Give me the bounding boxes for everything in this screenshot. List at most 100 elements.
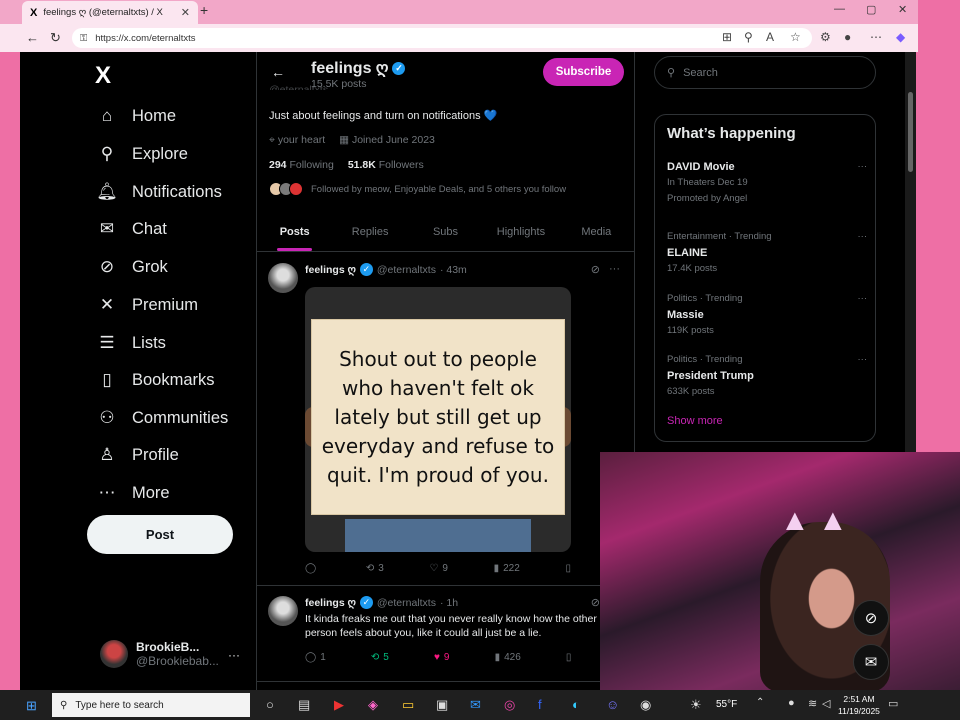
tweet[interactable]: feelings ღ ✓ @eternaltxts · 1h ⊘ It kind… <box>257 586 634 682</box>
facebook-icon[interactable]: f <box>538 697 542 712</box>
grok-icon[interactable]: ⊘ <box>853 600 889 636</box>
minimize-icon[interactable]: — <box>834 3 845 15</box>
close-icon[interactable]: ✕ <box>181 6 190 19</box>
subscribe-button[interactable]: Subscribe <box>543 58 624 86</box>
retweet-button[interactable]: ⟲ 3 <box>366 563 384 574</box>
clock[interactable]: 2:51 AM 11/19/2025 <box>838 693 880 717</box>
bookmark-button[interactable]: ▯ <box>566 652 572 663</box>
grok-icon[interactable]: ⊘ <box>591 596 600 609</box>
notifications-icon[interactable]: ▭ <box>888 697 898 710</box>
task-view-icon[interactable]: ▤ <box>298 697 310 713</box>
trend-item[interactable]: Politics · Trending Massie 119K posts ··· <box>667 291 867 339</box>
copilot-icon[interactable]: ◆ <box>896 30 905 44</box>
sidebar-item-bookmarks[interactable]: ▯ Bookmarks <box>96 366 214 394</box>
instagram-icon[interactable]: ◎ <box>504 697 515 713</box>
maximize-icon[interactable]: ▢ <box>866 3 876 16</box>
temperature[interactable]: 55°F <box>716 699 737 710</box>
account-more-icon[interactable]: ··· <box>228 648 240 662</box>
tab-subs[interactable]: Subs <box>408 212 483 251</box>
trend-item[interactable]: Politics · Trending President Trump 633K p… <box>667 352 867 400</box>
grok-icon[interactable]: ⊘ <box>591 263 600 276</box>
browser-tab[interactable]: X feelings ღ (@eternaltxts) / X ✕ <box>22 1 198 24</box>
account-switcher[interactable]: BrookieB... @Brookiebab... <box>100 640 219 668</box>
sidebar-item-communities[interactable]: ⚇ Communities <box>96 404 228 432</box>
search-input[interactable]: ⚲ Search <box>654 56 876 89</box>
browser-avatar-icon[interactable]: ● <box>844 30 851 44</box>
sidebar-item-notifications[interactable]: 🔔︎ Notifications <box>96 178 222 206</box>
tweet-author-name[interactable]: feelings ღ <box>305 264 356 276</box>
bookmark-button[interactable]: ▯ <box>565 563 571 574</box>
extensions-icon[interactable]: ⚙ <box>820 30 831 44</box>
tweet-author-handle[interactable]: @eternaltxts <box>377 264 436 276</box>
tweet-time[interactable]: · 43m <box>440 264 467 276</box>
followed-by[interactable]: Followed by meow, Enjoyable Deals, and 5… <box>269 182 566 196</box>
more-icon[interactable]: ··· <box>858 229 868 245</box>
sidebar-item-home[interactable]: ⌂ Home <box>96 102 176 130</box>
more-icon[interactable]: ··· <box>858 159 868 175</box>
wifi-icon[interactable]: ≋ <box>808 697 817 710</box>
tweet-author-handle[interactable]: @eternaltxts <box>377 597 436 609</box>
sidebar-item-explore[interactable]: ⚲ Explore <box>96 140 188 168</box>
favorite-star-icon[interactable]: ☆ <box>790 30 801 44</box>
volume-icon[interactable]: ◁ <box>822 697 830 710</box>
app-icon[interactable]: ◈ <box>368 697 378 713</box>
site-info-icon[interactable]: ⚿ <box>80 33 87 44</box>
followers-link[interactable]: 51.8K Followers <box>348 159 424 171</box>
show-more-link[interactable]: Show more <box>667 415 723 427</box>
tab-media[interactable]: Media <box>559 212 634 251</box>
tab-posts[interactable]: Posts <box>257 212 332 251</box>
sidebar-item-chat[interactable]: ✉ Chat <box>96 215 167 243</box>
like-button[interactable]: ♡ 9 <box>429 563 448 574</box>
retweet-button[interactable]: ⟲ 5 <box>371 652 389 663</box>
more-icon[interactable]: ··· <box>858 291 868 307</box>
more-icon[interactable]: ··· <box>858 352 868 368</box>
tweet[interactable]: feelings ღ ✓ @eternaltxts · 43m ⊘ ··· Sh… <box>257 253 634 586</box>
sidebar-item-premium[interactable]: ✕ Premium <box>96 291 198 319</box>
zoom-icon[interactable]: ⚲ <box>744 30 753 44</box>
new-tab-icon[interactable]: + <box>200 2 208 18</box>
post-button[interactable]: Post <box>87 515 233 554</box>
x-logo-icon[interactable]: X <box>95 62 111 90</box>
browser-menu-icon[interactable]: ⋯ <box>870 30 882 44</box>
sidebar-item-grok[interactable]: ⊘ Grok <box>96 253 168 281</box>
back-icon[interactable]: ← <box>26 30 39 45</box>
microphone-icon[interactable]: ● <box>788 697 795 709</box>
youtube-icon[interactable]: ▶ <box>334 697 344 713</box>
reply-button[interactable]: ◯ 1 <box>305 652 326 663</box>
cortana-icon[interactable]: ○ <box>266 697 274 712</box>
like-button[interactable]: ♥ 9 <box>434 652 450 663</box>
following-link[interactable]: 294 Following <box>269 159 334 171</box>
sidebar-item-lists[interactable]: ☰ Lists <box>96 329 166 357</box>
edge-icon[interactable]: ◐ <box>572 697 580 712</box>
chevron-up-icon[interactable]: ⌃ <box>756 697 764 708</box>
tab-replies[interactable]: Replies <box>332 212 407 251</box>
reply-button[interactable]: ◯ <box>305 563 320 574</box>
sidebar-item-profile[interactable]: ♙ Profile <box>96 441 178 469</box>
messages-icon[interactable]: ✉ <box>853 644 889 680</box>
windows-start-icon[interactable]: ⊞ <box>26 698 37 714</box>
tab-highlights[interactable]: Highlights <box>483 212 558 251</box>
file-explorer-icon[interactable]: ▭ <box>402 697 414 713</box>
window-close-icon[interactable]: ✕ <box>898 3 907 16</box>
read-aloud-icon[interactable]: A <box>766 30 774 44</box>
tweet-image[interactable]: Shout out to people who haven't felt ok … <box>305 287 571 552</box>
mail-icon[interactable]: ✉ <box>470 697 481 713</box>
obs-icon[interactable]: ◉ <box>640 697 651 713</box>
more-icon[interactable]: ··· <box>609 263 620 275</box>
taskbar-search[interactable]: ⚲ Type here to search <box>52 693 250 717</box>
avatar <box>268 263 298 293</box>
views-button[interactable]: ▮ 222 <box>494 563 520 574</box>
trend-item[interactable]: DAVID Movie In Theaters Dec 19 Promoted by… <box>667 159 867 207</box>
app-grid-icon[interactable]: ⊞ <box>722 30 732 44</box>
refresh-icon[interactable]: ↻ <box>50 30 61 46</box>
tweet-time[interactable]: · 1h <box>440 597 458 609</box>
address-bar[interactable]: ⚿ https://x.com/eternaltxts <box>72 28 812 48</box>
discord-icon[interactable]: ☺ <box>606 697 619 712</box>
back-arrow-icon[interactable]: ← <box>271 64 285 80</box>
tweet-author-name[interactable]: feelings ღ <box>305 597 356 609</box>
scrollbar-thumb[interactable] <box>908 92 913 172</box>
store-icon[interactable]: ▣ <box>436 697 448 713</box>
views-button[interactable]: ▮ 426 <box>495 652 521 663</box>
trend-item[interactable]: Entertainment · Trending ELAINE 17.4K post… <box>667 229 867 277</box>
sidebar-item-more[interactable]: ⋯ More <box>96 479 170 507</box>
